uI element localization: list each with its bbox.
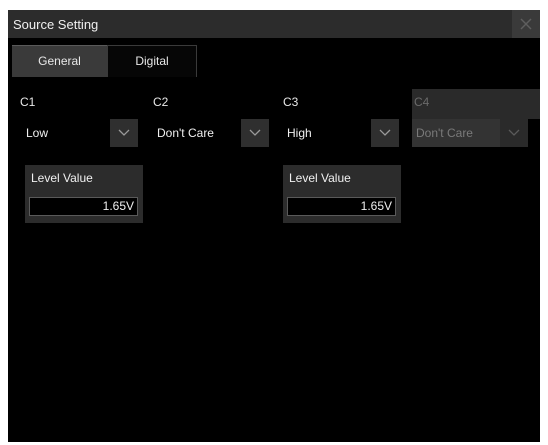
c1-level-panel: Level Value 1.65V (25, 165, 143, 223)
chevron-down-icon (379, 129, 391, 136)
source-setting-dialog: Source Setting General Digital C1 C2 C3 … (8, 10, 540, 442)
channel-label-c3: C3 (283, 95, 299, 109)
c3-level-panel: Level Value 1.65V (283, 165, 401, 223)
chevron-down-icon (249, 129, 261, 136)
dialog-title: Source Setting (13, 17, 99, 32)
channel-label-c2: C2 (153, 95, 169, 109)
c3-level-input[interactable]: 1.65V (287, 197, 396, 216)
c3-select[interactable]: High (283, 119, 399, 147)
tab-digital[interactable]: Digital (107, 45, 197, 77)
c4-select: Don't Care (412, 119, 528, 147)
c2-select-value: Don't Care (153, 119, 241, 147)
c1-level-input[interactable]: 1.65V (29, 197, 138, 216)
c4-select-value: Don't Care (412, 119, 500, 147)
c1-select-value: Low (22, 119, 110, 147)
tab-general[interactable]: General (12, 45, 107, 77)
chevron-down-icon (118, 129, 130, 136)
c4-header-block (412, 89, 540, 119)
dialog-titlebar: Source Setting (8, 10, 540, 38)
close-button[interactable] (512, 10, 540, 38)
c1-select[interactable]: Low (22, 119, 138, 147)
channel-label-c1: C1 (20, 95, 36, 109)
c2-select[interactable]: Don't Care (153, 119, 269, 147)
close-icon (520, 18, 532, 30)
c1-level-label: Level Value (31, 171, 93, 185)
c3-select-value: High (283, 119, 371, 147)
channel-label-c4: C4 (414, 95, 430, 109)
c3-level-label: Level Value (289, 171, 351, 185)
tab-bar: General Digital (8, 38, 540, 78)
chevron-down-icon (508, 129, 520, 136)
